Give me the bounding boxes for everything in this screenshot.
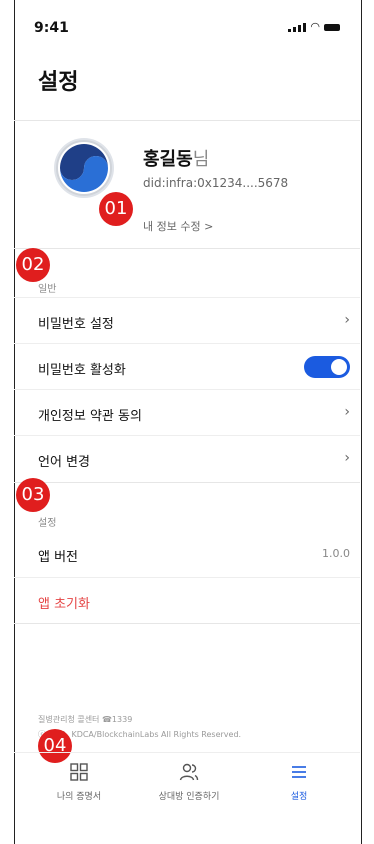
profile-divider <box>14 248 360 249</box>
wifi-icon: ◠ <box>310 20 320 33</box>
edit-profile-link[interactable]: 내 정보 수정 > <box>143 218 213 234</box>
profile-name-text: 홍길동 <box>143 149 193 170</box>
settings-divider <box>14 623 360 624</box>
annotation-badge-01: 01 <box>99 192 133 226</box>
status-icons: ◠ <box>288 20 340 33</box>
tab-my-certificates[interactable]: 나의 증명서 <box>29 761 129 802</box>
row-label: 언어 변경 <box>38 455 90 470</box>
profile-name: 홍길동님 <box>143 145 209 171</box>
kdca-logo-icon <box>56 140 112 196</box>
section-label-settings: 설정 <box>38 518 57 529</box>
password-toggle[interactable] <box>304 356 350 378</box>
chevron-right-icon: › <box>344 450 350 466</box>
callcenter-text: 질병관리청 콜센터 ☎1339 <box>38 715 133 724</box>
app-version-value: 1.0.0 <box>322 547 350 560</box>
tab-settings[interactable]: 설정 <box>249 761 349 802</box>
row-label: 개인정보 약관 동의 <box>38 409 142 424</box>
tab-label: 설정 <box>290 792 308 802</box>
profile-did: did:infra:0x1234....5678 <box>143 176 289 190</box>
row-privacy-terms[interactable]: 개인정보 약관 동의 › <box>14 389 360 436</box>
header-divider <box>14 120 360 121</box>
status-bar: 9:41 ◠ <box>34 20 340 40</box>
row-label: 비밀번호 활성화 <box>38 363 126 378</box>
menu-icon <box>292 766 306 778</box>
row-language[interactable]: 언어 변경 › <box>14 435 360 482</box>
profile-name-suffix: 님 <box>192 149 210 170</box>
status-time: 9:41 <box>34 20 69 36</box>
general-divider <box>14 482 360 483</box>
signal-icon <box>288 22 307 32</box>
battery-icon <box>324 24 340 31</box>
row-password-setting[interactable]: 비밀번호 설정 › <box>14 297 360 344</box>
tab-label: 나의 증명서 <box>56 792 102 802</box>
tab-label: 상대방 인증하기 <box>158 792 220 802</box>
chevron-right-icon: › <box>344 312 350 328</box>
section-label-general: 일반 <box>38 284 57 295</box>
bottom-tab-bar: 나의 증명서 상대방 인증하기 설정 <box>14 752 360 813</box>
row-label: 앱 버전 <box>38 550 79 565</box>
annotation-badge-02: 02 <box>16 248 50 282</box>
page-title: 설정 <box>38 70 79 95</box>
users-icon <box>179 763 199 781</box>
grid-icon <box>70 763 88 781</box>
row-label: 앱 초기화 <box>38 597 90 612</box>
row-password-activate: 비밀번호 활성화 <box>14 343 360 390</box>
annotation-badge-03: 03 <box>16 478 50 512</box>
chevron-right-icon: › <box>344 404 350 420</box>
tab-verify-other[interactable]: 상대방 인증하기 <box>139 761 239 802</box>
toggle-knob <box>331 359 347 375</box>
row-app-version: 앱 버전 1.0.0 <box>14 531 360 577</box>
row-app-reset[interactable]: 앱 초기화 <box>14 577 360 624</box>
avatar <box>54 138 114 198</box>
row-label: 비밀번호 설정 <box>38 317 114 332</box>
